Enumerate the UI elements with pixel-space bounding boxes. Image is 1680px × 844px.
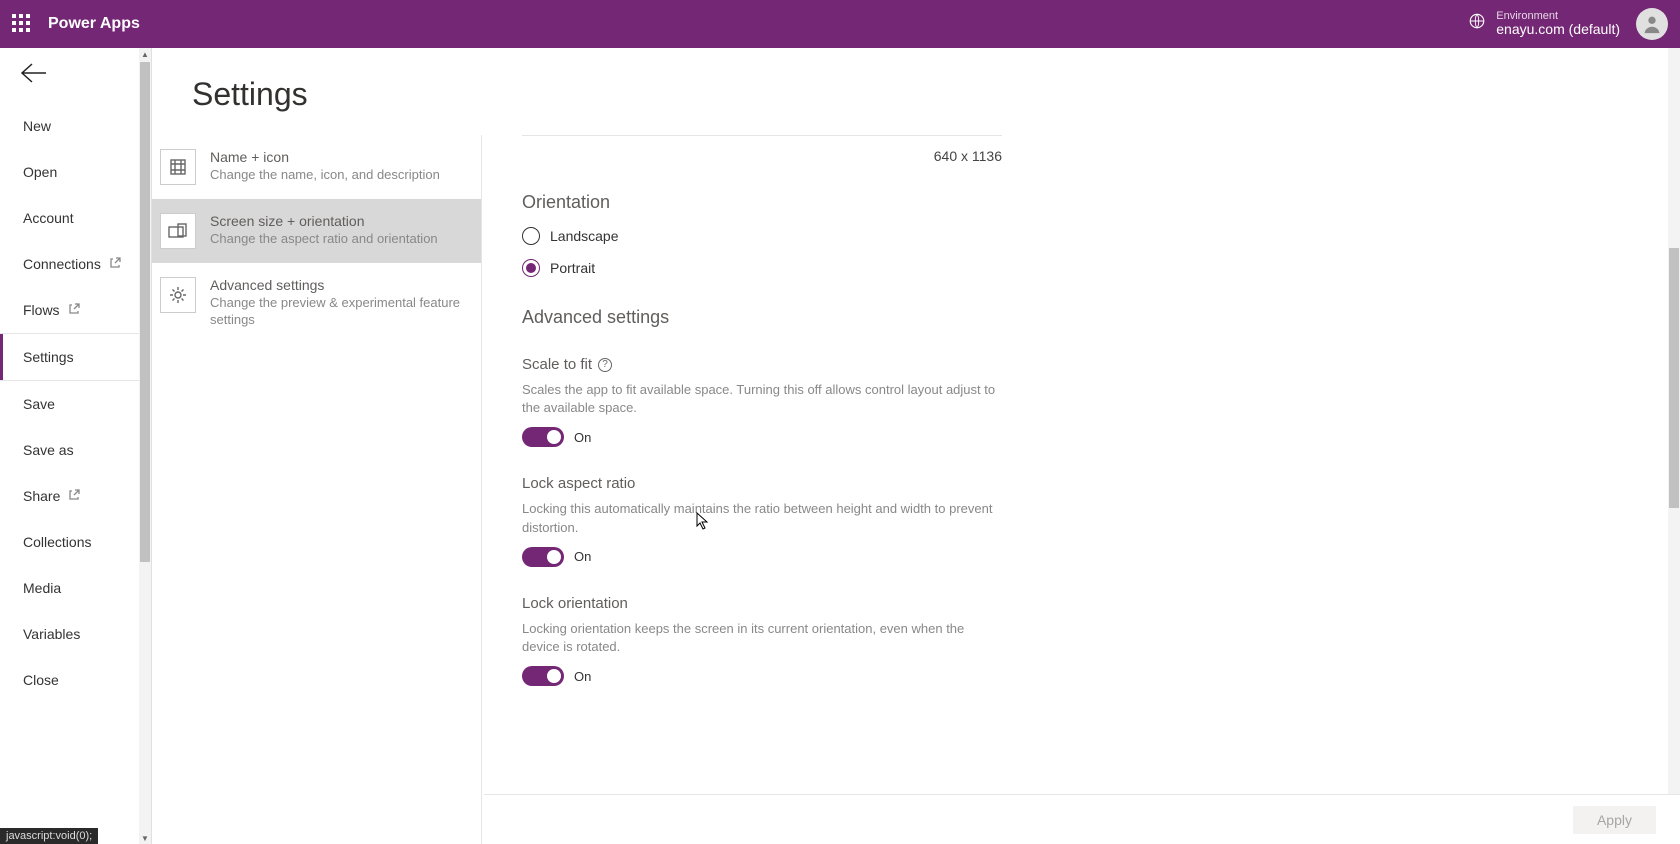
setting-scale-to-fit: Scale to fit? Scales the app to fit avail… [522,356,1002,447]
sidebar-item-new[interactable]: New [0,103,151,149]
apply-button[interactable]: Apply [1573,806,1656,834]
category-title: Advanced settings [210,277,461,293]
pop-out-icon [68,488,80,504]
advanced-heading: Advanced settings [522,307,1640,328]
setting-desc: Scales the app to fit available space. T… [522,381,1002,417]
category-screen-size-orientation[interactable]: Screen size + orientation Change the aspe… [152,199,481,263]
sidebar-item-collections[interactable]: Collections [0,519,151,565]
setting-title-label: Lock aspect ratio [522,475,635,492]
back-button[interactable] [0,48,151,103]
environment-name: enayu.com (default) [1496,22,1620,37]
category-title: Screen size + orientation [210,213,438,229]
orientation-radio-landscape[interactable]: Landscape [522,227,1640,245]
setting-lock-orientation: Lock orientation Locking orientation keep… [522,595,1002,686]
orientation-radio-portrait[interactable]: Portrait [522,259,1640,277]
sidebar-scrollbar[interactable]: ▲ ▼ [139,48,151,844]
toggle-switch[interactable] [522,547,564,567]
sidebar-item-settings[interactable]: Settings [0,334,151,380]
category-icon [160,213,196,249]
app-title: Power Apps [48,15,140,33]
sidebar-item-share[interactable]: Share [0,473,151,519]
detail-panel: 640 x 1136 Orientation Landscape Portrait… [482,135,1680,844]
category-desc: Change the name, icon, and description [210,167,440,184]
radio-circle-icon [522,259,540,277]
sidebar-item-save[interactable]: Save [0,381,151,427]
category-desc: Change the aspect ratio and orientation [210,231,438,248]
bottom-bar: Apply [484,794,1680,844]
setting-desc: Locking orientation keeps the screen in … [522,620,1002,656]
sidebar-item-variables[interactable]: Variables [0,611,151,657]
radio-circle-icon [522,227,540,245]
toggle-state-label: On [574,549,591,564]
toggle-switch[interactable] [522,666,564,686]
setting-title-label: Lock orientation [522,595,628,612]
toggle-switch[interactable] [522,427,564,447]
sidebar-item-label: Media [23,580,61,596]
category-panel: Name + icon Change the name, icon, and de… [152,135,482,844]
category-icon [160,277,196,313]
setting-desc: Locking this automatically maintains the… [522,500,1002,536]
sidebar-item-label: Share [23,488,60,504]
sidebar-item-close[interactable]: Close [0,657,151,703]
setting-lock-aspect-ratio: Lock aspect ratio Locking this automatica… [522,475,1002,566]
sidebar-item-connections[interactable]: Connections [0,241,151,287]
toggle-state-label: On [574,669,591,684]
sidebar-item-media[interactable]: Media [0,565,151,611]
sidebar-item-label: Open [23,164,57,180]
sidebar-item-label: Save as [23,442,74,458]
sidebar-item-label: Variables [23,626,80,642]
sidebar-item-label: Settings [23,349,74,365]
toggle-state-label: On [574,430,591,445]
category-desc: Change the preview & experimental featur… [210,295,461,329]
sidebar-item-label: Connections [23,256,101,272]
sidebar-item-flows[interactable]: Flows [0,287,151,333]
status-hint: javascript:void(0); [0,828,98,844]
category-icon [160,149,196,185]
globe-icon [1468,12,1486,35]
app-launcher-icon[interactable] [12,14,32,34]
category-name-icon[interactable]: Name + icon Change the name, icon, and de… [152,135,481,199]
sidebar-item-label: Close [23,672,59,688]
sidebar-item-label: Save [23,396,55,412]
sidebar-item-label: New [23,118,51,134]
environment-picker[interactable]: Environment enayu.com (default) [1468,10,1620,37]
top-bar: Power Apps Environment enayu.com (defaul… [0,0,1680,48]
sidebar-item-label: Flows [23,302,60,318]
sidebar-item-account[interactable]: Account [0,195,151,241]
category-advanced-settings[interactable]: Advanced settings Change the preview & ex… [152,263,481,343]
sidebar-item-save-as[interactable]: Save as [0,427,151,473]
pop-out-icon [68,302,80,318]
orientation-heading: Orientation [522,192,1640,213]
sidebar-item-label: Collections [23,534,91,550]
category-title: Name + icon [210,149,440,165]
sidebar-item-label: Account [23,210,74,226]
radio-label: Landscape [550,228,619,244]
sidebar: New Open Account Connections Flows Settings Sa… [0,48,152,844]
setting-title-label: Scale to fit [522,356,592,373]
pop-out-icon [109,256,121,272]
detail-scrollbar[interactable] [1668,48,1680,794]
user-avatar[interactable] [1636,8,1668,40]
screen-size-value: 640 x 1136 [522,135,1002,176]
help-icon[interactable]: ? [598,358,612,372]
page-title: Settings [152,48,1680,135]
radio-label: Portrait [550,260,595,276]
sidebar-item-open[interactable]: Open [0,149,151,195]
